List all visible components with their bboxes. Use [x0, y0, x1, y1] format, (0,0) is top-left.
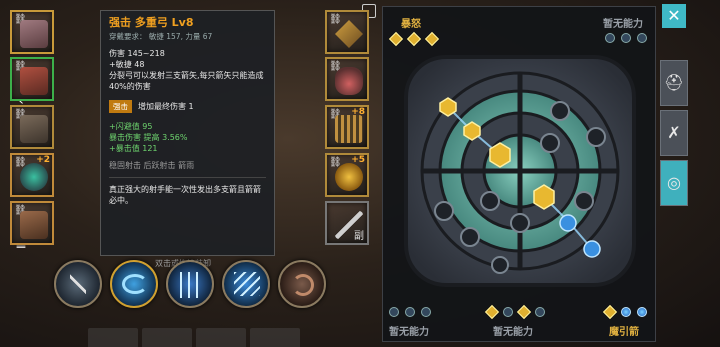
equip-slot-amulet[interactable]: ⛓ +5: [325, 153, 369, 197]
empty-socket-icon: [605, 33, 615, 43]
bottom-right-title: 魔引箭: [609, 327, 639, 338]
top-right-slots: [605, 33, 647, 43]
blue-gem-icon: [621, 307, 631, 317]
amulet-icon: [335, 163, 363, 191]
item-damage: 伤害 145~218: [109, 49, 165, 58]
stat-dodge: +闪避值 95: [109, 122, 153, 131]
potion-icon: [335, 67, 363, 95]
top-right-title: 暂无能力: [603, 19, 643, 30]
gold-node: [533, 184, 555, 210]
gold-gem-icon: [516, 304, 532, 320]
skill-keywords: 稳固射击 后跃射击 箭雨: [109, 161, 195, 170]
bottom-center-slots: [484, 304, 545, 320]
arrow-quiver-icon: [335, 115, 363, 143]
item-title: 强击 多重弓 Lv8: [109, 16, 194, 29]
gold-gem-icon: [484, 304, 500, 320]
crossed-weapons-tab[interactable]: ✗: [660, 110, 688, 156]
empty-socket-icon: [621, 33, 631, 43]
empty-socket-icon: [535, 307, 545, 317]
top-left-gems: [388, 31, 440, 47]
close-button[interactable]: ✕: [662, 4, 686, 28]
quick-slot[interactable]: [196, 328, 246, 347]
equip-slot-chest-armor[interactable]: ⛓: [10, 57, 54, 101]
strike-row: 强击 增加最终伤害 1: [109, 100, 266, 113]
strike-label: 强击: [109, 100, 132, 113]
strike-value: 增加最终伤害 1: [138, 102, 194, 111]
empty-socket-icon: [389, 307, 399, 317]
gold-gem-icon: [424, 31, 440, 47]
gold-node: [463, 121, 481, 141]
stat-crit: +暴击值 121: [109, 144, 158, 153]
arrow-icon: [70, 272, 86, 296]
leg-armor-icon: [20, 115, 48, 143]
chest-armor-icon: [20, 67, 48, 95]
target-icon: ◎: [667, 173, 681, 192]
item-requirement: 穿戴要求： 敏捷 157, 力量 67: [109, 32, 213, 41]
gold-gem-icon: [388, 31, 404, 47]
bottom-left-title: 暂无能力: [389, 327, 429, 338]
skill-arrow-shot[interactable]: [54, 260, 102, 308]
stat-crit-damage: 暴击伤害 提高 3.56%: [109, 133, 188, 142]
crossed-weapons-icon: ✗: [667, 123, 681, 142]
bottom-right-slots: [602, 304, 647, 320]
empty-socket-icon: [503, 307, 513, 317]
equip-slot-leg-armor[interactable]: ⛓: [10, 105, 54, 149]
target-tab[interactable]: ◎: [660, 160, 688, 206]
quick-slot[interactable]: [88, 328, 138, 347]
claw-icon: [292, 274, 314, 296]
skill-arrow-rain[interactable]: [222, 260, 270, 308]
gold-gem-icon: [406, 31, 422, 47]
item-tooltip: 强击 多重弓 Lv8 穿戴要求： 敏捷 157, 力量 67 伤害 145~21…: [100, 10, 275, 256]
item-description: 分裂弓可以发射三支箭矢,每只箭矢只能造成40%的伤害: [109, 71, 264, 91]
equip-slot-potion[interactable]: ⛓: [325, 57, 369, 101]
blue-node: [559, 214, 577, 232]
triple-arrow-icon: [180, 272, 202, 298]
blue-gem-icon: [637, 307, 647, 317]
gold-node: [439, 97, 457, 117]
equip-slot-ring[interactable]: ⛓ +2: [10, 153, 54, 197]
empty-socket-icon: [637, 33, 647, 43]
bottom-left-slots: [389, 307, 431, 317]
skill-backflip-shot[interactable]: [278, 260, 326, 308]
ring-icon: [20, 163, 48, 191]
helmet-icon: [20, 20, 48, 48]
blue-node: [583, 240, 601, 258]
equip-slot-arrow-quiver[interactable]: ⛓ +8: [325, 105, 369, 149]
offhand-tag: 副: [354, 231, 364, 242]
equip-slot-helmet[interactable]: ⛓: [10, 10, 54, 54]
swirl-icon: [122, 274, 148, 294]
gold-node: [489, 142, 511, 168]
helmet-icon: ⛑: [663, 73, 685, 92]
arrow-rain-icon: [234, 272, 260, 296]
skill-multi-arrow[interactable]: [166, 260, 214, 308]
equip-slot-crossbow[interactable]: ⛓: [325, 10, 369, 54]
talent-wheel[interactable]: [400, 51, 640, 291]
empty-socket-icon: [405, 307, 415, 317]
item-flavor-text: 真正强大的射手能一次性发出多支箭且箭箭必中。: [109, 185, 261, 205]
quick-slot[interactable]: [142, 328, 192, 347]
equip-slot-gloves[interactable]: ⛓: [10, 201, 54, 245]
item-bonus-agility: +敏捷 48: [109, 60, 145, 69]
empty-socket-icon: [421, 307, 431, 317]
chain-icon: ⛓: [329, 14, 342, 25]
talent-panel: 暴怒 暂无能力 暂无能力 暂无能力 魔引箭: [382, 6, 656, 342]
quick-slot[interactable]: [250, 328, 300, 347]
helmet-tab[interactable]: ⛑: [660, 60, 688, 106]
quick-bar: [88, 328, 300, 347]
gold-gem-icon: [602, 304, 618, 320]
gloves-icon: [20, 211, 48, 239]
top-left-title: 暴怒: [401, 19, 421, 30]
bottom-center-title: 暂无能力: [493, 327, 533, 338]
equip-slot-sword[interactable]: 副: [325, 201, 369, 245]
skill-rebound[interactable]: [110, 260, 158, 308]
